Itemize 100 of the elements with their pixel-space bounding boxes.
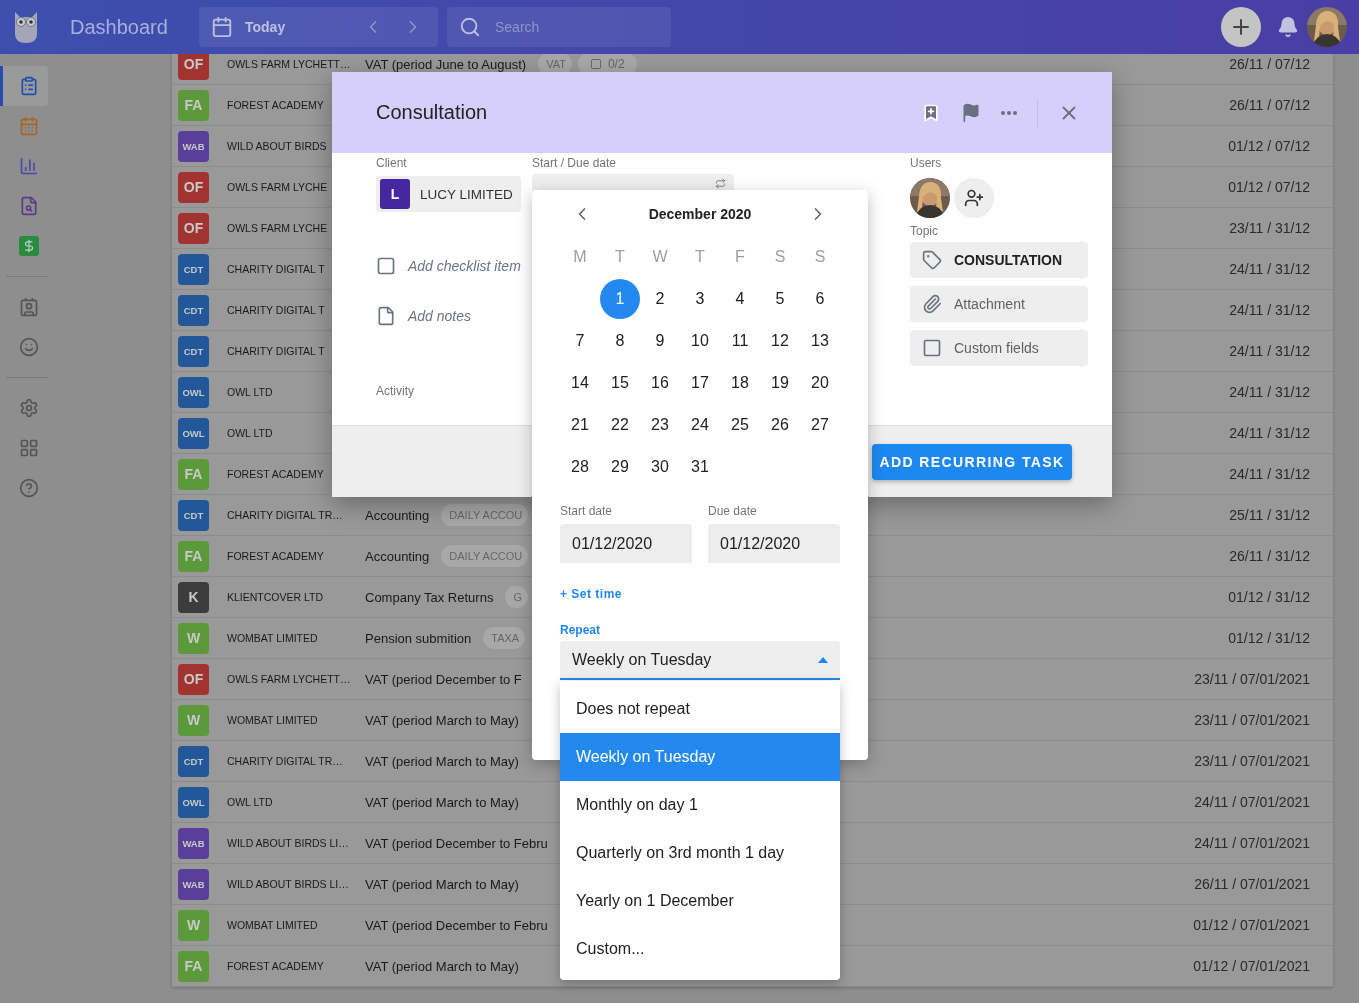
owl-logo-icon[interactable]	[12, 10, 40, 44]
calendar-day[interactable]: 20	[800, 362, 840, 404]
calendar-day[interactable]: 3	[680, 278, 720, 320]
set-time-link[interactable]: + Set time	[560, 587, 623, 601]
task-title[interactable]: Accounting	[365, 548, 430, 564]
calendar-day[interactable]: 14	[560, 362, 600, 404]
calendar-day[interactable]: 12	[760, 320, 800, 362]
sidebar-item[interactable]	[0, 66, 48, 106]
client-name: CHARITY DIGITAL T	[227, 304, 326, 316]
task-title[interactable]: Accounting	[365, 507, 430, 523]
attachment-button[interactable]: Attachment	[910, 286, 1088, 322]
calendar-day[interactable]: 23	[640, 404, 680, 446]
client-avatar: L	[380, 179, 410, 209]
calendar-day[interactable]: 15	[600, 362, 640, 404]
repeat-select[interactable]: Weekly on Tuesday	[560, 641, 840, 680]
add-checklist-item[interactable]: Add checklist item	[376, 256, 521, 276]
custom-fields-button[interactable]: Custom fields	[910, 330, 1088, 366]
grid-icon[interactable]	[18, 438, 39, 458]
task-title[interactable]: Company Tax Returns	[365, 589, 494, 605]
add-recurring-task-button[interactable]: ADD RECURRING TASK	[872, 443, 1072, 480]
file-icon	[376, 306, 396, 326]
client-chip[interactable]: L LUCY LIMITED	[376, 176, 521, 212]
task-title[interactable]: VAT (period March to May)	[365, 876, 519, 892]
task-title[interactable]: VAT (period December to Febru	[365, 917, 548, 933]
bookmark-icon	[921, 102, 941, 123]
calendar-day[interactable]: 8	[600, 320, 640, 362]
search-input[interactable]: Search	[493, 18, 653, 36]
calendar-day[interactable]: 16	[640, 362, 680, 404]
client-name: OWL LTD	[227, 427, 274, 439]
add-user-button[interactable]	[954, 178, 994, 218]
menu-option[interactable]: Yearly on 1 December	[560, 877, 840, 925]
notifications-button[interactable]	[1277, 16, 1299, 38]
client-name: FOREST ACADEMY	[227, 468, 325, 480]
calendar-day[interactable]: 31	[680, 446, 720, 488]
calendar-day[interactable]: 11	[720, 320, 760, 362]
task-title[interactable]: VAT (period March to May)	[365, 712, 519, 728]
menu-option[interactable]: Quarterly on 3rd month 1 day	[560, 829, 840, 877]
add-button[interactable]	[1221, 7, 1261, 47]
menu-option[interactable]: Weekly on Tuesday	[560, 733, 840, 781]
calendar-day[interactable]: 22	[600, 404, 640, 446]
calendar-day[interactable]: 18	[720, 362, 760, 404]
client-name: WOMBAT LIMITED	[227, 632, 319, 644]
bookmark-button[interactable]	[921, 102, 941, 123]
weekday-label: M	[572, 247, 588, 267]
more-button[interactable]	[1001, 110, 1017, 115]
smile-icon[interactable]	[18, 337, 39, 357]
date-range: 24/11 / 31/12	[1229, 466, 1310, 482]
calendar-day[interactable]: 25	[720, 404, 760, 446]
calendar-day[interactable]: 27	[800, 404, 840, 446]
menu-option[interactable]: Does not repeat	[560, 685, 840, 733]
field-label: Client	[376, 156, 408, 172]
add-notes[interactable]: Add notes	[376, 306, 472, 326]
menu-option[interactable]: Custom...	[560, 925, 840, 973]
calendar-day[interactable]: 26	[760, 404, 800, 446]
field-label: Due date	[708, 504, 758, 520]
calendar-day[interactable]: 29	[600, 446, 640, 488]
search-field[interactable]: Search	[447, 7, 671, 47]
calendar-day[interactable]: 1	[600, 279, 640, 319]
task-title[interactable]: VAT (period March to May)	[365, 753, 519, 769]
task-title[interactable]: VAT (period December to Febru	[365, 835, 548, 851]
calendar-day[interactable]: 9	[640, 320, 680, 362]
flag-button[interactable]	[961, 102, 981, 123]
bell-icon	[1277, 16, 1299, 38]
client-avatar: CDT	[178, 499, 209, 531]
client-name: CHARITY DIGITAL T	[227, 345, 326, 357]
calendar-day[interactable]: 24	[680, 404, 720, 446]
bar-chart-icon[interactable]	[18, 156, 39, 176]
menu-option[interactable]: Monthly on day 1	[560, 781, 840, 829]
client-avatar: FA	[178, 89, 209, 121]
calendar-day[interactable]: 6	[800, 278, 840, 320]
tag: TAXA	[483, 627, 526, 649]
calendar-day[interactable]: 19	[760, 362, 800, 404]
calendar-day[interactable]: 7	[560, 320, 600, 362]
topic-button[interactable]: CONSULTATION	[910, 242, 1088, 278]
start-date-field[interactable]: 01/12/2020	[560, 524, 692, 563]
task-title[interactable]: VAT (period March to May)	[365, 958, 519, 974]
contact-icon[interactable]	[18, 297, 39, 317]
client-name: CHARITY DIGITAL TR…	[227, 509, 344, 521]
task-title[interactable]: VAT (period June to August)	[365, 56, 527, 72]
date-range: 01/12 / 31/12	[1228, 589, 1310, 605]
client-avatar: FA	[178, 540, 209, 572]
calendar-day[interactable]: 21	[560, 404, 600, 446]
calendar-day[interactable]: 30	[640, 446, 680, 488]
calendar-day[interactable]: 5	[760, 278, 800, 320]
help-icon[interactable]	[18, 478, 39, 498]
calendar-day[interactable]: 10	[680, 320, 720, 362]
calendar-day[interactable]: 4	[720, 278, 760, 320]
calendar-day[interactable]: 13	[800, 320, 840, 362]
calendar-day[interactable]: 28	[560, 446, 600, 488]
calendar-day[interactable]: 17	[680, 362, 720, 404]
task-title[interactable]: VAT (period March to May)	[365, 794, 519, 810]
due-date-field[interactable]: 01/12/2020	[708, 524, 840, 563]
weekday-label: S	[773, 247, 787, 267]
calendar-icon[interactable]	[18, 116, 39, 136]
settings-icon[interactable]	[18, 398, 39, 418]
client-name: WILD ABOUT BIRDS LI…	[227, 837, 350, 849]
calendar-day[interactable]: 2	[640, 278, 680, 320]
task-title[interactable]: VAT (period December to F	[365, 671, 522, 687]
task-title[interactable]: Pension submition	[365, 630, 472, 646]
dollar-icon[interactable]	[18, 236, 39, 256]
